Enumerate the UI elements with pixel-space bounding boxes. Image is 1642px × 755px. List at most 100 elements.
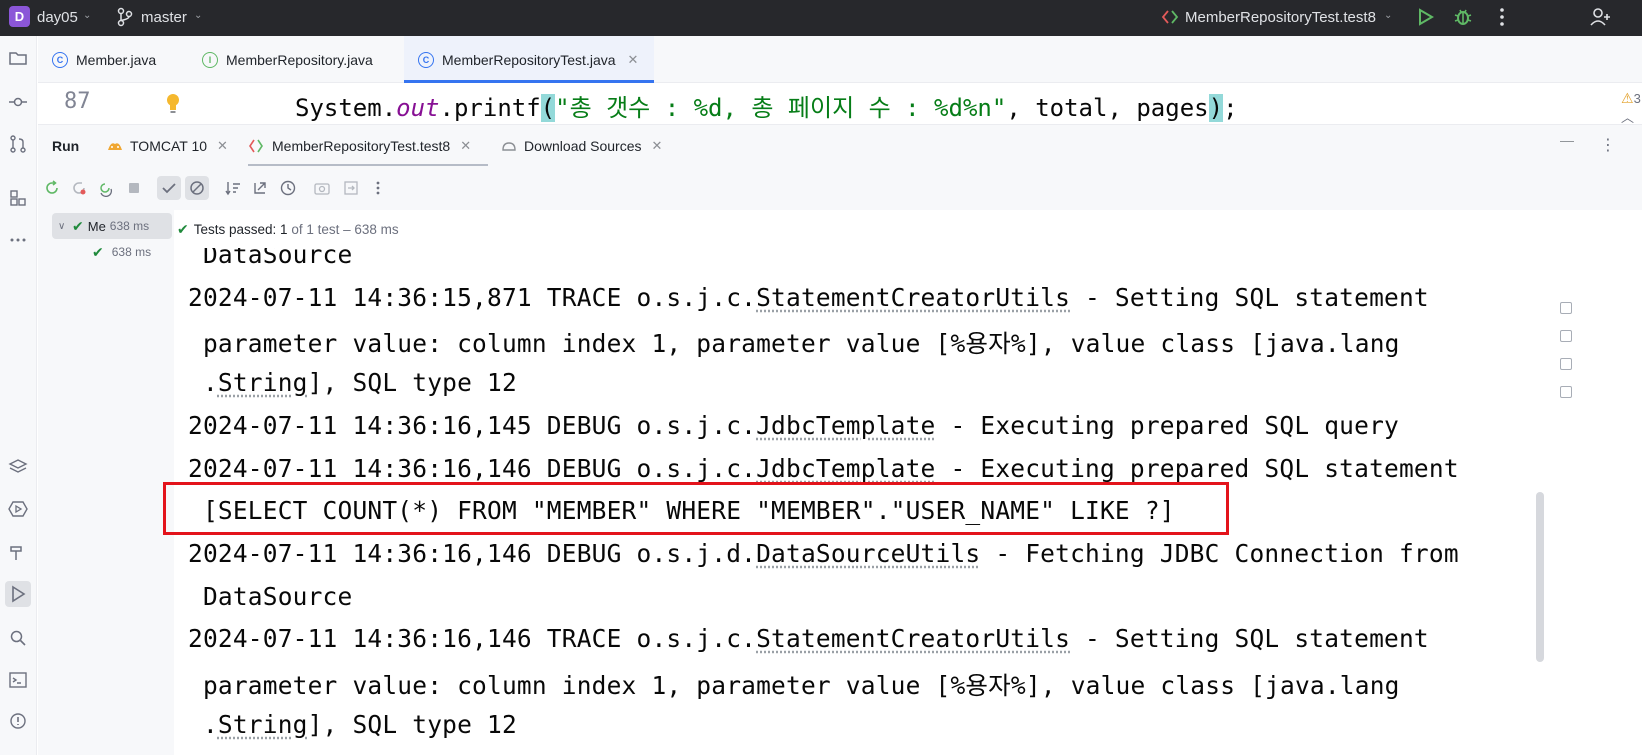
services-icon[interactable] bbox=[5, 496, 31, 522]
build-hammer-icon[interactable] bbox=[5, 539, 31, 565]
console-text: 2024-07-11 14:36:16,146 DEBUG o.s.j.c. bbox=[188, 454, 757, 483]
run-tab-test8[interactable]: MemberRepositoryTest.test8 ✕ bbox=[248, 125, 488, 167]
folder-icon[interactable] bbox=[5, 45, 31, 71]
collapse-all-icon[interactable] bbox=[248, 176, 272, 200]
run-tab-download-sources[interactable]: Download Sources ✕ bbox=[500, 125, 670, 167]
console-text: 2024-07-11 14:36:16,145 DEBUG o.s.j.c. bbox=[188, 411, 757, 440]
class-icon: C bbox=[52, 51, 68, 68]
code-line: System.out.printf("총 갯수 : %d, 총 페이지 수 : … bbox=[295, 88, 1238, 123]
print-icon[interactable] bbox=[1560, 358, 1572, 370]
highlight-annotation bbox=[163, 482, 1229, 535]
console-line: 2024-07-11 14:36:16,146 DEBUG o.s.j.d.Da… bbox=[188, 539, 1459, 568]
close-icon[interactable]: ✕ bbox=[460, 138, 471, 154]
export-icon[interactable] bbox=[339, 176, 363, 200]
rerun-failed-icon[interactable] bbox=[67, 176, 91, 200]
more-tools-icon[interactable] bbox=[5, 227, 31, 253]
test-config-icon bbox=[1161, 10, 1179, 24]
chevron-down-icon[interactable]: ⌄ bbox=[1384, 10, 1392, 21]
close-icon[interactable]: ✕ bbox=[652, 138, 663, 154]
more-actions-icon[interactable] bbox=[1490, 5, 1514, 29]
chevron-down-icon[interactable]: ∨ bbox=[58, 221, 72, 232]
console-class-link[interactable]: StatementCreatorUtils bbox=[756, 624, 1070, 653]
sort-alphabetically-icon[interactable] bbox=[221, 176, 245, 200]
chevron-down-icon[interactable]: ⌄ bbox=[83, 10, 91, 21]
passed-check-icon: ✔ bbox=[177, 220, 189, 237]
tab-member-java[interactable]: C Member.java bbox=[38, 36, 188, 83]
terminal-icon[interactable] bbox=[5, 667, 31, 693]
show-ignored-icon[interactable] bbox=[185, 176, 209, 200]
warnings-count: 3 bbox=[1633, 91, 1641, 106]
close-icon[interactable]: ✕ bbox=[628, 52, 639, 68]
console-line: DataSource bbox=[188, 582, 352, 611]
minimize-icon[interactable]: — bbox=[1560, 132, 1574, 148]
console-line: parameter value: column index 1, paramet… bbox=[188, 667, 1400, 702]
console-line: 2024-07-11 14:36:16,146 TRACE o.s.j.c.St… bbox=[188, 624, 1429, 653]
close-icon[interactable]: ✕ bbox=[217, 138, 228, 154]
stop-icon[interactable] bbox=[122, 176, 146, 200]
toggle-auto-test-icon[interactable] bbox=[93, 176, 117, 200]
warnings-indicator[interactable]: ⚠3 ︿ bbox=[1621, 90, 1642, 126]
show-passed-icon[interactable] bbox=[157, 176, 181, 200]
problems-icon[interactable] bbox=[5, 708, 31, 734]
console-class-link[interactable]: DataSourceUtils bbox=[756, 539, 980, 568]
git-branch-icon[interactable] bbox=[116, 6, 134, 28]
passed-check-icon: ✔ bbox=[92, 243, 104, 260]
console-class-link[interactable]: String bbox=[218, 710, 308, 739]
tree-item-test8[interactable]: ✔ 638 ms bbox=[92, 239, 151, 265]
console-line: 2024-07-11 14:36:15,871 TRACE o.s.j.c.St… bbox=[188, 283, 1429, 312]
test-history-icon[interactable] bbox=[276, 176, 300, 200]
clear-all-icon[interactable] bbox=[1560, 386, 1572, 398]
title-bar: D day05 ⌄ master ⌄ MemberRepositoryTest.… bbox=[0, 0, 1642, 36]
project-badge[interactable]: D bbox=[9, 6, 30, 27]
console-class-link[interactable]: JdbcTemplate bbox=[756, 411, 935, 440]
code-prefix: System. bbox=[295, 94, 397, 122]
screenshot-icon[interactable] bbox=[310, 176, 334, 200]
code-open-paren: ( bbox=[540, 94, 556, 122]
status-detail: of 1 test – 638 ms bbox=[291, 221, 399, 237]
soft-wrap-icon[interactable] bbox=[1560, 302, 1572, 314]
run-tool-icon[interactable] bbox=[5, 581, 31, 607]
tab-member-repository-test-java[interactable]: C MemberRepositoryTest.java ✕ bbox=[404, 36, 654, 83]
lightbulb-icon[interactable] bbox=[165, 93, 181, 115]
run-tab-tomcat[interactable]: TOMCAT 10 ✕ bbox=[106, 125, 240, 167]
tree-item-root[interactable]: ∨ ✔ Me 638 ms bbox=[52, 213, 172, 239]
run-toolbar bbox=[38, 166, 1642, 210]
console-text: 2024-07-11 14:36:15,871 TRACE o.s.j.c. bbox=[188, 283, 757, 312]
branch-name[interactable]: master bbox=[141, 9, 187, 26]
console-class-link[interactable]: JdbcTemplate bbox=[756, 454, 935, 483]
commit-icon[interactable] bbox=[5, 89, 31, 115]
editor-area[interactable]: 87 System.out.printf("총 갯수 : %d, 총 페이지 수… bbox=[38, 84, 1642, 126]
console-line: DataSource bbox=[188, 248, 352, 269]
structure-icon[interactable] bbox=[5, 185, 31, 211]
console-class-link[interactable]: StatementCreatorUtils bbox=[756, 283, 1070, 312]
pull-requests-icon[interactable] bbox=[5, 131, 31, 157]
chevron-down-icon[interactable]: ⌄ bbox=[194, 10, 202, 21]
add-user-icon[interactable] bbox=[1588, 5, 1612, 29]
download-icon bbox=[502, 142, 516, 151]
tree-item-time: 638 ms bbox=[109, 219, 150, 233]
test-config-icon bbox=[249, 139, 263, 153]
run-configuration-selector[interactable]: MemberRepositoryTest.test8 bbox=[1185, 9, 1376, 26]
console-scrollbar[interactable] bbox=[1536, 492, 1544, 662]
debug-icon[interactable] bbox=[1451, 5, 1475, 29]
layers-icon[interactable] bbox=[5, 454, 31, 480]
rerun-icon[interactable] bbox=[40, 176, 64, 200]
run-tab-label: TOMCAT 10 bbox=[130, 138, 208, 154]
console-text: ], SQL type 12 bbox=[307, 368, 517, 397]
tab-label: MemberRepositoryTest.java bbox=[442, 51, 616, 68]
chevron-up-icon[interactable]: ︿ bbox=[1621, 110, 1634, 125]
scroll-to-end-icon[interactable] bbox=[1560, 330, 1572, 342]
code-field: out bbox=[396, 94, 440, 122]
run-icon[interactable] bbox=[1413, 5, 1437, 29]
active-tab-indicator bbox=[404, 80, 654, 83]
console-text: DataSource bbox=[188, 582, 353, 611]
console-text: parameter value: column index 1, paramet… bbox=[188, 671, 1400, 700]
code-args: , total, pages bbox=[1006, 94, 1209, 122]
project-name[interactable]: day05 bbox=[37, 9, 78, 26]
tree-item-name: Me bbox=[87, 218, 106, 234]
console-class-link[interactable]: String bbox=[218, 368, 308, 397]
tab-member-repository-java[interactable]: I MemberRepository.java bbox=[188, 36, 404, 83]
tab-label: MemberRepository.java bbox=[226, 51, 373, 68]
search-icon[interactable] bbox=[5, 625, 31, 651]
more-options-icon[interactable] bbox=[366, 176, 390, 200]
